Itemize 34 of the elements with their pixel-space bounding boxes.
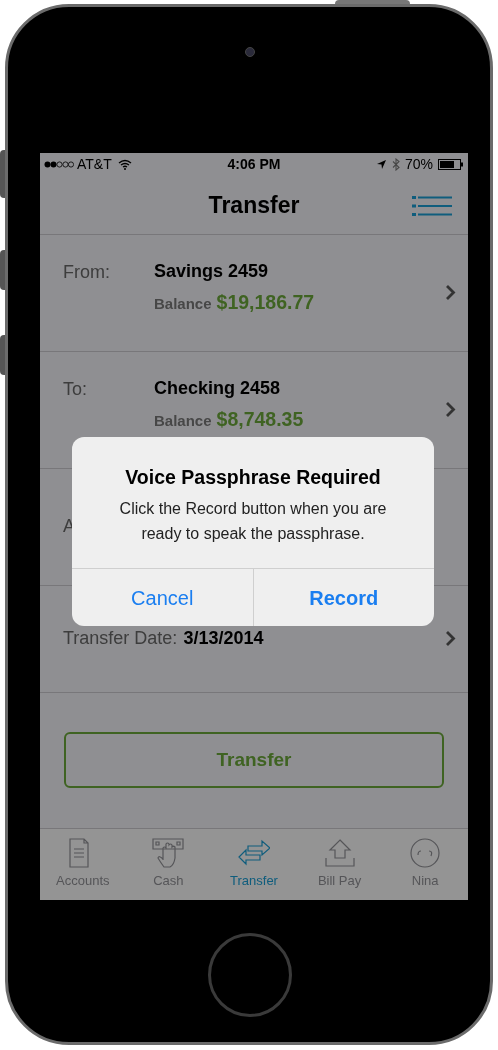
row-label: To: bbox=[63, 377, 88, 401]
signal-icon bbox=[44, 161, 74, 169]
account-name: Checking 2458 bbox=[154, 377, 282, 401]
dialog-message: Click the Record button when you are ready to speak the passphrase. bbox=[118, 499, 388, 545]
balance-amount: $8,748.35 bbox=[216, 407, 304, 433]
dialog-button[interactable]: Record bbox=[252, 569, 434, 627]
location-arrow-icon bbox=[375, 159, 387, 171]
transfer-button[interactable]: Transfer bbox=[64, 732, 444, 789]
hand-cash-icon bbox=[152, 838, 185, 869]
tab-bar-item[interactable]: Transfer bbox=[211, 829, 297, 900]
tab-bar-item[interactable]: Bill Pay bbox=[296, 829, 383, 900]
tab-bar-item[interactable]: Accounts bbox=[40, 829, 126, 900]
menu-icon[interactable] bbox=[412, 194, 452, 217]
bluetooth-icon bbox=[391, 158, 400, 172]
carrier-text: AT&T bbox=[77, 155, 112, 175]
face-circle-icon bbox=[409, 838, 442, 869]
dialog-button[interactable]: Cancel bbox=[72, 569, 253, 627]
screen-title: Transfer bbox=[208, 191, 300, 221]
balance-amount: $19,186.77 bbox=[216, 290, 315, 316]
dialog-title: Voice Passphrase Required bbox=[125, 465, 381, 490]
balance-label: Balance bbox=[154, 411, 212, 432]
camera-icon bbox=[245, 47, 255, 57]
balance-label: Balance bbox=[154, 294, 212, 315]
upload-tray-icon bbox=[323, 838, 356, 869]
row-label: From: bbox=[63, 260, 111, 284]
date-value: 3/13/2014 bbox=[183, 627, 264, 651]
tab-bar-item[interactable]: Nina bbox=[382, 829, 468, 900]
clock-time: 4:06 PM bbox=[227, 155, 281, 175]
row-label: Transfer Date: bbox=[63, 627, 178, 651]
battery-icon bbox=[438, 159, 464, 171]
account-name: Savings 2459 bbox=[154, 260, 270, 284]
battery-percent: 70% bbox=[404, 155, 433, 175]
wifi-icon bbox=[117, 159, 132, 171]
tab-bar-item[interactable]: Cash bbox=[125, 829, 212, 900]
